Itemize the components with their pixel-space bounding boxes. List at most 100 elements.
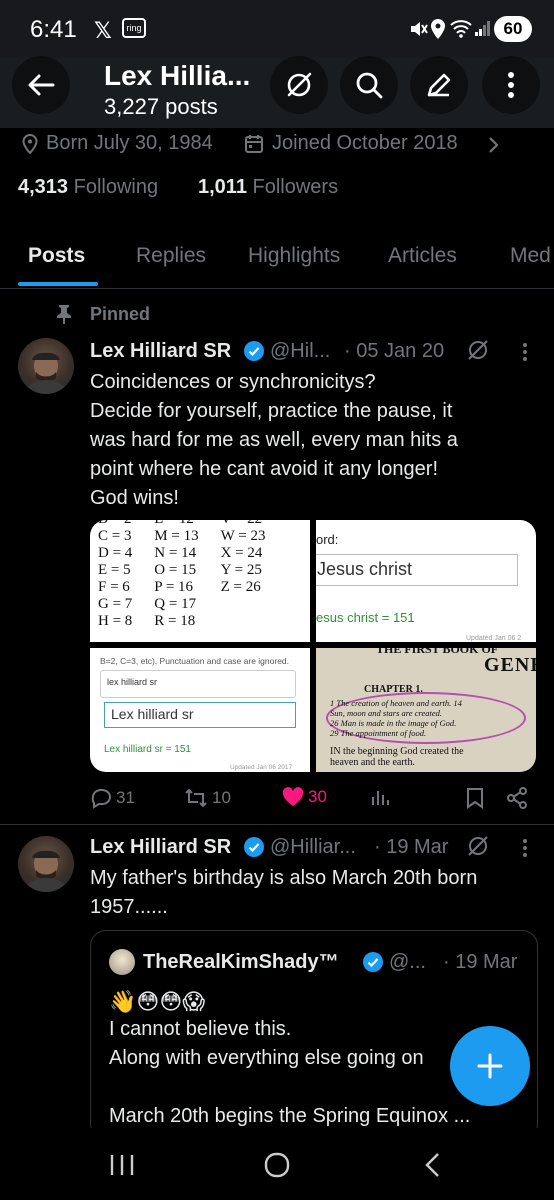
post-text: Coincidences or synchronicitys? Decide f…: [90, 368, 530, 513]
post2-author-name[interactable]: Lex Hilliard SR: [90, 836, 231, 859]
tabs-divider: [0, 288, 554, 289]
home-icon[interactable]: [264, 1152, 290, 1178]
tab-replies[interactable]: Replies: [136, 244, 206, 268]
quoted-emojis: 👋😳😳😱: [109, 989, 206, 1014]
letter-table-cell: L = 12: [154, 520, 220, 528]
active-tab-indicator: [18, 282, 98, 286]
calendar-icon: [244, 134, 264, 154]
post2-text: My father's birthday is also March 20th …: [90, 864, 540, 922]
repost-count: 10: [212, 788, 231, 807]
quoted-author-name: TheRealKimShady™: [143, 951, 339, 973]
post-divider: [0, 824, 554, 825]
post-avatar[interactable]: [18, 338, 74, 394]
media-bible-page[interactable]: THE FIRST BOOK OF GENE CHAPTER 1. 1 The …: [316, 648, 536, 772]
share-icon: [507, 787, 527, 809]
back-arrow-icon: [28, 74, 55, 96]
post2-handle[interactable]: @Hilliar...: [270, 836, 356, 859]
grok-analyze-icon[interactable]: [466, 834, 490, 858]
x-logo-icon: 𝕏: [94, 18, 112, 43]
joined-date: Joined October 2018: [272, 132, 458, 154]
media-calculator-1[interactable]: ord: Jesus christ esus christ = 151 Upda…: [316, 520, 536, 642]
post2-text-line: My father's birthday is also March 20th …: [90, 867, 478, 889]
more-vertical-icon: [508, 72, 514, 98]
media-letter-table[interactable]: B = 2L = 12V = 22C = 3M = 13W = 23D = 4N…: [90, 520, 310, 642]
letter-table-row: B = 2L = 12V = 22: [98, 520, 287, 528]
signal-icon: [474, 19, 492, 37]
letter-table-cell: D = 4: [98, 545, 133, 561]
post2-more-icon[interactable]: [522, 838, 528, 858]
ring-app-icon: ring: [122, 18, 146, 38]
views-icon: [372, 791, 389, 805]
bible-verse-line: heaven and the earth.: [330, 757, 415, 768]
search-icon: [356, 72, 383, 99]
tab-posts[interactable]: Posts: [28, 244, 85, 268]
edit-button[interactable]: [410, 56, 468, 114]
tab-media[interactable]: Med: [510, 244, 551, 268]
like-button[interactable]: 30: [282, 787, 327, 807]
heart-filled-icon: [282, 787, 304, 806]
pin-icon: [56, 304, 72, 324]
letter-table-row: C = 3 M = 13 W = 23: [98, 528, 287, 545]
grok-analyze-icon[interactable]: [466, 338, 490, 362]
letter-table-cell: H = 8: [98, 613, 133, 629]
reply-button[interactable]: 31: [90, 787, 135, 809]
verified-badge-icon: [244, 341, 264, 361]
back-button[interactable]: [12, 56, 70, 114]
letter-table-cell: Y = 25: [220, 562, 262, 578]
grok-button[interactable]: [270, 56, 328, 114]
letter-table-cell: C = 3: [98, 528, 132, 544]
header-post-count: 3,227 posts: [104, 94, 218, 119]
letter-table-row: D = 4 N = 14 X = 24: [98, 545, 287, 562]
bible-book-title: GENE: [484, 654, 536, 676]
post2-avatar[interactable]: [18, 836, 74, 892]
battery-badge: 60: [494, 16, 532, 42]
post-text-line: God wins!: [90, 487, 179, 509]
bible-summary-line: 1 The creation of heaven and earth. 14: [330, 698, 462, 708]
post-media-grid[interactable]: B = 2L = 12V = 22C = 3M = 13W = 23D = 4N…: [90, 520, 536, 772]
post-handle[interactable]: @Hil...: [270, 340, 330, 363]
search-button[interactable]: [340, 56, 398, 114]
compose-post-button[interactable]: [450, 1026, 530, 1106]
chevron-right-icon[interactable]: [488, 136, 500, 154]
more-options-button[interactable]: [482, 56, 540, 114]
wifi-icon: [450, 18, 472, 38]
letter-table-cell: B = 2: [98, 520, 154, 528]
bookmark-button[interactable]: [466, 787, 484, 809]
following-label: Following: [73, 176, 159, 198]
calc1-label: ord:: [316, 532, 339, 547]
plus-icon: [477, 1053, 503, 1079]
calc2-input: Lex hilliard sr: [104, 702, 296, 728]
followers-link[interactable]: 1,011 Followers: [198, 176, 338, 199]
header-profile-name: Lex Hillia...: [104, 60, 251, 91]
status-time: 6:41: [30, 16, 77, 43]
quoted-handle: @...: [389, 951, 426, 973]
letter-table-row: F = 6 P = 16 Z = 26: [98, 579, 287, 596]
post2-text-line: 1957......: [90, 896, 168, 918]
repost-button[interactable]: 10: [184, 787, 231, 809]
calc2-input-text: Lex hilliard sr: [111, 706, 194, 722]
born-date: Born July 30, 1984: [46, 132, 213, 154]
following-link[interactable]: 4,313 Following: [18, 176, 158, 199]
followers-label: Followers: [252, 176, 339, 198]
letter-table-cell: G = 7: [98, 596, 133, 612]
tab-highlights[interactable]: Highlights: [248, 244, 340, 268]
tab-articles[interactable]: Articles: [388, 244, 457, 268]
android-navigation-bar: [0, 1128, 554, 1200]
calc2-result: Lex hilliard sr = 151: [104, 744, 191, 755]
post-author-name[interactable]: Lex Hilliard SR: [90, 340, 231, 363]
recent-apps-icon[interactable]: [110, 1154, 134, 1176]
pencil-icon: [427, 73, 451, 97]
letter-value-table: B = 2L = 12V = 22C = 3M = 13W = 23D = 4N…: [98, 520, 287, 630]
bible-summary-line: 26 Man is made in the image of God.: [330, 718, 457, 728]
media-calculator-2[interactable]: B=2, C=3, etc). Punctuation and case are…: [90, 648, 310, 772]
letter-table-cell: O = 15: [154, 562, 197, 578]
share-button[interactable]: [506, 787, 528, 809]
back-nav-icon[interactable]: [424, 1152, 440, 1178]
post2-date: · 19 Mar: [374, 836, 449, 858]
letter-table-cell: P = 16: [154, 579, 194, 595]
calc2-small-input: lex hilliard sr: [100, 670, 296, 698]
views-button[interactable]: [370, 787, 390, 807]
post-more-icon[interactable]: [522, 342, 528, 362]
calc1-input-text: Jesus christ: [317, 559, 413, 579]
like-count: 30: [308, 787, 327, 806]
